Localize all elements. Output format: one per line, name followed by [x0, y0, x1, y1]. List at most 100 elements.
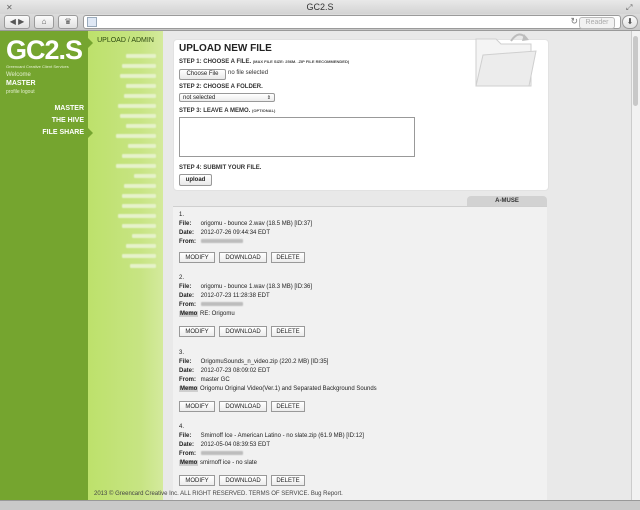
entry-memo-value: smirnoff ice - no slate — [200, 460, 257, 466]
client-item[interactable] — [110, 113, 156, 121]
fullscreen-icon[interactable]: ⤢ — [626, 4, 633, 12]
download-button[interactable]: DOWNLOAD — [219, 252, 267, 263]
from-label: From: — [179, 239, 196, 245]
nav-the-hive[interactable]: THE HIVE — [0, 117, 84, 124]
client-list — [110, 53, 156, 273]
step4-label: STEP 4: SUBMIT YOUR FILE. — [179, 165, 262, 171]
entry-date: Date: 2012-07-26 09:44:34 EDT — [179, 230, 270, 236]
folder-select-value: not selected — [183, 95, 216, 101]
chevron-down-icon: ⇕ — [266, 95, 271, 101]
entry-number: 1. — [179, 212, 185, 218]
from-label: From: — [179, 377, 196, 383]
entry-date-value: 2012-07-26 09:44:34 EDT — [200, 230, 271, 236]
active-arrow — [88, 128, 93, 138]
entry-file-value: origomu - bounce 2.wav (18.5 MB) [ID:37] — [200, 221, 313, 227]
entry-number: 3. — [179, 350, 185, 356]
entry-file: File: origomu - bounce 2.wav (18.5 MB) [… — [179, 221, 312, 227]
client-item[interactable] — [110, 243, 156, 251]
profile-logout-links[interactable]: profile logout — [6, 89, 35, 95]
downloads-icon[interactable]: ⬇ — [622, 15, 638, 29]
client-item[interactable] — [110, 183, 156, 191]
entry-memo-value: RE: Origomu — [200, 311, 235, 317]
footer-text: 2013 © Greencard Creative Inc. ALL RIGHT… — [94, 491, 343, 497]
client-item[interactable] — [110, 93, 156, 101]
date-label: Date: — [179, 442, 195, 448]
client-item[interactable] — [110, 223, 156, 231]
from-label: From: — [179, 451, 196, 457]
folder-select[interactable]: not selected ⇕ — [179, 93, 275, 102]
client-item[interactable] — [110, 263, 156, 271]
download-button[interactable]: DOWNLOAD — [219, 401, 267, 412]
download-button[interactable]: DOWNLOAD — [219, 326, 267, 337]
client-item[interactable] — [110, 233, 156, 241]
from-label: From: — [179, 302, 196, 308]
nav-file-share[interactable]: FILE SHARE — [0, 129, 84, 136]
download-button[interactable]: DOWNLOAD — [219, 475, 267, 486]
client-item[interactable] — [110, 83, 156, 91]
client-item[interactable] — [110, 203, 156, 211]
entry-date-value: 2012-07-23 08:09:02 EDT — [200, 368, 271, 374]
step1-note: (MAX FILE SIZE: 256M. .ZIP FILE RECOMMEN… — [252, 59, 350, 64]
memo-textarea[interactable] — [179, 117, 415, 157]
address-bar[interactable]: ↻ Reader — [83, 15, 621, 29]
entry-from: From: — [179, 239, 243, 245]
date-label: Date: — [179, 230, 195, 236]
entry-from: From: master GC — [179, 377, 230, 383]
modify-button[interactable]: MODIFY — [179, 475, 215, 486]
client-item[interactable] — [110, 103, 156, 111]
client-item[interactable] — [110, 153, 156, 161]
memo-label: Memo — [179, 386, 199, 392]
entry-memo: Memo RE: Origomu — [179, 311, 235, 317]
client-item[interactable] — [110, 143, 156, 151]
client-item[interactable] — [110, 253, 156, 261]
memo-label: Memo — [179, 460, 199, 466]
entry-file: File: origomu - bounce 1.wav (18.3 MB) [… — [179, 284, 312, 290]
tab-a-muse[interactable]: A-MUSE — [467, 196, 547, 206]
back-forward-buttons[interactable]: ◀ ▶ — [4, 15, 30, 29]
modify-button[interactable]: MODIFY — [179, 252, 215, 263]
step3-label: STEP 3: LEAVE A MEMO. (OPTIONAL) — [179, 108, 275, 114]
upload-button[interactable]: upload — [179, 174, 212, 186]
client-item[interactable] — [110, 213, 156, 221]
logo-subtitle: Greencard Creative Client Services — [6, 64, 69, 69]
modify-button[interactable]: MODIFY — [179, 401, 215, 412]
file-label: File: — [179, 221, 192, 227]
entry-file: File: OrigomuSounds_n_video.zip (220.2 M… — [179, 359, 328, 365]
site-logo[interactable]: GC2.S — [6, 35, 83, 65]
delete-button[interactable]: DELETE — [271, 401, 305, 412]
active-arrow — [88, 38, 93, 48]
client-item[interactable] — [110, 133, 156, 141]
delete-button[interactable]: DELETE — [271, 475, 305, 486]
modify-button[interactable]: MODIFY — [179, 326, 215, 337]
page-favicon-icon — [87, 17, 97, 27]
entry-from: From: — [179, 302, 243, 308]
step3-text: STEP 3: LEAVE A MEMO. — [179, 108, 251, 114]
home-icon[interactable]: ⌂ — [34, 15, 54, 29]
delete-button[interactable]: DELETE — [271, 326, 305, 337]
bookmarks-icon[interactable]: ♛ — [58, 15, 78, 29]
browser-toolbar: ◀ ▶ ⌂ ♛ ↻ Reader ⬇ — [0, 14, 640, 31]
nav-master[interactable]: MASTER — [0, 105, 84, 112]
step3-note: (OPTIONAL) — [252, 108, 276, 113]
entry-memo: Memo Origomu Original Video(Ver.1) and S… — [179, 386, 377, 392]
scrollbar-thumb[interactable] — [633, 36, 638, 106]
redacted-sender — [200, 302, 243, 307]
upload-admin-link[interactable]: UPLOAD / ADMIN — [88, 37, 163, 44]
client-item[interactable] — [110, 173, 156, 181]
entry-date-value: 2012-05-04 08:39:53 EDT — [200, 442, 271, 448]
delete-button[interactable]: DELETE — [271, 252, 305, 263]
client-item[interactable] — [110, 63, 156, 71]
client-item[interactable] — [110, 53, 156, 61]
close-window-icon[interactable]: ✕ — [6, 4, 13, 12]
entry-from: From: — [179, 451, 243, 457]
client-item[interactable] — [110, 193, 156, 201]
client-item[interactable] — [110, 163, 156, 171]
client-item[interactable] — [110, 73, 156, 81]
client-item[interactable] — [110, 123, 156, 131]
entry-date: Date: 2012-07-23 08:09:02 EDT — [179, 368, 270, 374]
choose-file-button[interactable]: Choose File — [179, 69, 226, 80]
date-label: Date: — [179, 293, 195, 299]
window-titlebar: GC2.S — [0, 0, 640, 14]
reload-icon[interactable]: ↻ — [570, 16, 578, 27]
reader-button[interactable]: Reader — [579, 17, 615, 29]
